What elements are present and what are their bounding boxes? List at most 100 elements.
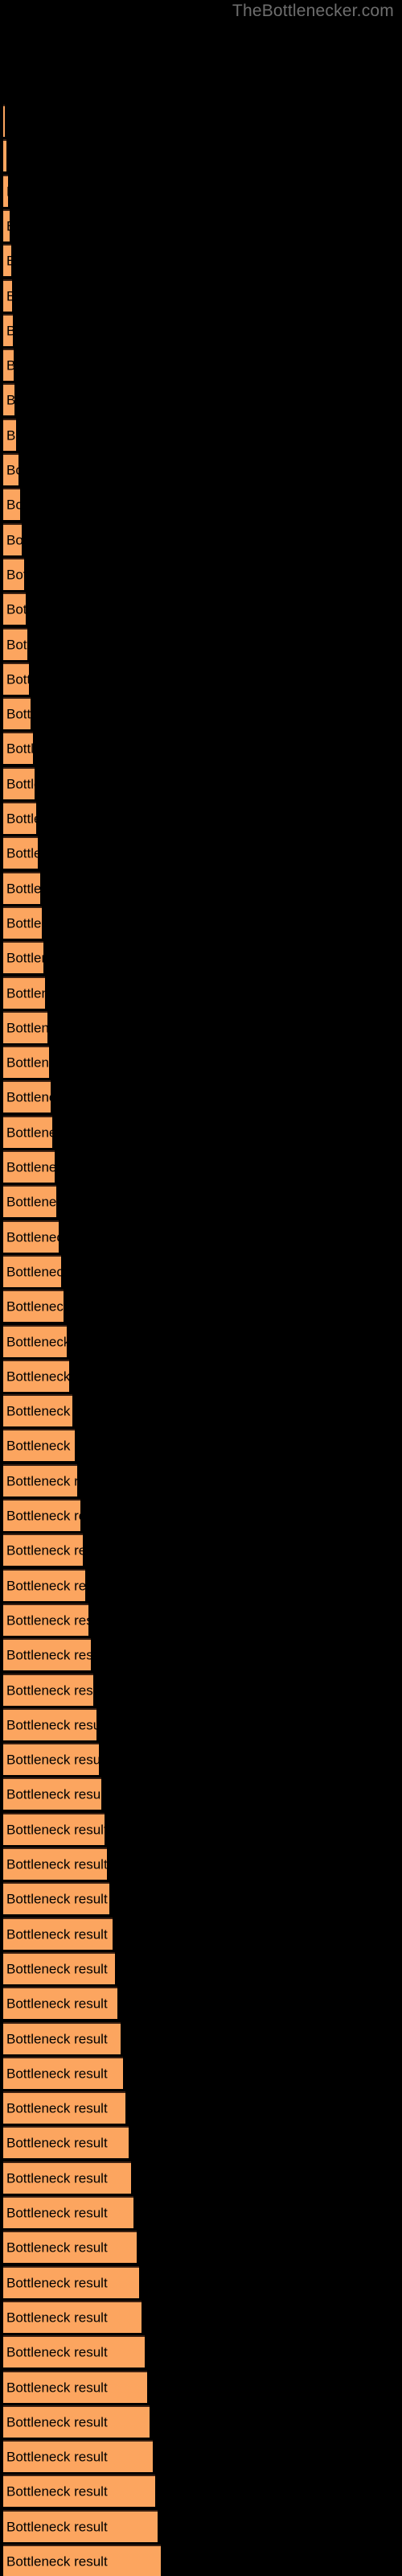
bar-row: Bottleneck result [0, 418, 402, 451]
bar-row: Bottleneck result [0, 2196, 402, 2228]
bar[interactable]: Bottleneck result [3, 208, 10, 242]
bar[interactable]: Bottleneck result [3, 1115, 52, 1148]
bar[interactable]: Bottleneck result [3, 836, 38, 869]
bar[interactable]: Bottleneck result [3, 766, 35, 799]
bar[interactable]: Bottleneck result [3, 174, 8, 207]
bar[interactable]: Bottleneck result [3, 1324, 67, 1357]
bar[interactable]: Bottleneck result [3, 488, 20, 521]
bar[interactable]: Bottleneck result [3, 1707, 96, 1740]
bar[interactable]: Bottleneck result [3, 1429, 75, 1462]
bar[interactable]: Bottleneck result [3, 1185, 56, 1218]
bar[interactable]: Bottleneck result [3, 1394, 72, 1427]
bar[interactable]: Bottleneck result [3, 1987, 117, 2020]
bar[interactable]: Bottleneck result [3, 1534, 83, 1567]
bar[interactable]: Bottleneck result [3, 2265, 139, 2298]
bar[interactable]: Bottleneck result [3, 418, 16, 451]
bar-label: Bottleneck result [6, 1542, 83, 1558]
bar-label: Bottleneck result [6, 1055, 49, 1071]
bar-label: Bottleneck result [6, 741, 33, 757]
bar[interactable]: Bottleneck result [3, 244, 11, 277]
bar[interactable]: Bottleneck result [3, 2231, 137, 2264]
bar[interactable]: Bottleneck result [3, 941, 43, 974]
bar-row: Bottleneck result [0, 2335, 402, 2368]
bar-label: Bottleneck result [6, 1125, 52, 1141]
bar[interactable]: Bottleneck result [3, 2545, 161, 2576]
bar[interactable]: Bottleneck result [3, 2335, 145, 2368]
bar[interactable]: Bottleneck result [3, 2161, 131, 2194]
bar[interactable]: Bottleneck result [3, 2126, 129, 2159]
bar[interactable]: Bottleneck result [3, 1290, 64, 1323]
bar-label: Bottleneck result [6, 2205, 108, 2221]
bar[interactable]: Bottleneck result [3, 105, 5, 137]
bar-label: Bottleneck result [6, 1926, 108, 1942]
bar[interactable]: Bottleneck result [3, 1847, 107, 1880]
bar-label: Bottleneck result [6, 2066, 108, 2082]
bar-row: Bottleneck result [0, 627, 402, 660]
bar[interactable]: Bottleneck result [3, 1812, 105, 1845]
bar[interactable]: Bottleneck result [3, 1254, 61, 1287]
bar[interactable]: Bottleneck result [3, 1010, 47, 1043]
bar-label: Bottleneck result [6, 706, 31, 722]
bar[interactable]: Bottleneck result [3, 1568, 85, 1601]
bar-row: Bottleneck result [0, 2056, 402, 2089]
bar-row: Bottleneck result [0, 2475, 402, 2508]
bar[interactable]: Bottleneck result [3, 976, 45, 1009]
bar[interactable]: Bottleneck result [3, 697, 31, 730]
bar-row: Bottleneck result [0, 2231, 402, 2264]
bar[interactable]: Bottleneck result [3, 1743, 99, 1776]
bar[interactable]: Bottleneck result [3, 1673, 93, 1706]
bar[interactable]: Bottleneck result [3, 1359, 69, 1392]
bar[interactable]: Bottleneck result [3, 1046, 49, 1079]
bar-label: Bottleneck result [6, 1020, 47, 1036]
bar[interactable]: Bottleneck result [3, 2405, 150, 2438]
bar[interactable]: Bottleneck result [3, 1220, 59, 1253]
bar[interactable]: Bottleneck result [3, 627, 27, 660]
bar[interactable]: Bottleneck result [3, 453, 18, 485]
bar-label: Bottleneck result [6, 2519, 108, 2535]
bar[interactable]: Bottleneck result [3, 1603, 88, 1636]
bar[interactable]: Bottleneck result [3, 313, 13, 346]
bar[interactable]: Bottleneck result [3, 1150, 55, 1183]
bar[interactable]: Bottleneck result [3, 1080, 51, 1113]
bar[interactable]: Bottleneck result [3, 349, 14, 382]
bar[interactable]: Bottleneck result [3, 871, 40, 904]
bar[interactable]: Bottleneck result [3, 662, 29, 695]
bar[interactable]: Bottleneck result [3, 1951, 115, 1984]
bar-row: Bottleneck result [0, 2440, 402, 2473]
bar[interactable]: Bottleneck result [3, 139, 6, 172]
bar[interactable]: Bottleneck result [3, 732, 33, 765]
bar-label: Bottleneck result [6, 2553, 108, 2570]
bar-label: Bottleneck result [6, 1368, 69, 1385]
bar[interactable]: Bottleneck result [3, 1638, 91, 1671]
bar[interactable]: Bottleneck result [3, 2056, 123, 2089]
bar-label: Bottleneck result [6, 2275, 108, 2291]
bar-label: Bottleneck result [6, 2310, 108, 2326]
bar[interactable]: Bottleneck result [3, 522, 22, 555]
bar[interactable]: Bottleneck result [3, 2196, 133, 2228]
bar[interactable]: Bottleneck result [3, 2509, 158, 2542]
bar[interactable]: Bottleneck result [3, 557, 24, 590]
bar-label: Bottleneck result [6, 1786, 101, 1802]
bar[interactable]: Bottleneck result [3, 1917, 113, 1950]
bar[interactable]: Bottleneck result [3, 802, 36, 834]
bar[interactable]: Bottleneck result [3, 2475, 155, 2508]
bar[interactable]: Bottleneck result [3, 2370, 147, 2403]
bar[interactable]: Bottleneck result [3, 1499, 80, 1531]
bar[interactable]: Bottleneck result [3, 2440, 153, 2473]
bar-label: Bottleneck result [6, 1822, 105, 1838]
bar[interactable]: Bottleneck result [3, 906, 42, 939]
bar[interactable]: Bottleneck result [3, 383, 14, 416]
bar[interactable]: Bottleneck result [3, 2091, 125, 2124]
bar[interactable]: Bottleneck result [3, 1777, 101, 1810]
bar[interactable]: Bottleneck result [3, 1882, 109, 1915]
bar-label: Bottleneck result [6, 393, 14, 408]
bar[interactable]: Bottleneck result [3, 279, 12, 312]
bar-row: Bottleneck result [0, 1707, 402, 1740]
bar[interactable]: Bottleneck result [3, 2300, 142, 2333]
bar-label: Bottleneck result [6, 323, 13, 338]
bar[interactable]: Bottleneck result [3, 592, 26, 625]
bar[interactable]: Bottleneck result [3, 1463, 77, 1496]
bar[interactable]: Bottleneck result [3, 2021, 121, 2054]
bar-row: Bottleneck result [0, 1080, 402, 1113]
bar-row: Bottleneck result [0, 1847, 402, 1880]
